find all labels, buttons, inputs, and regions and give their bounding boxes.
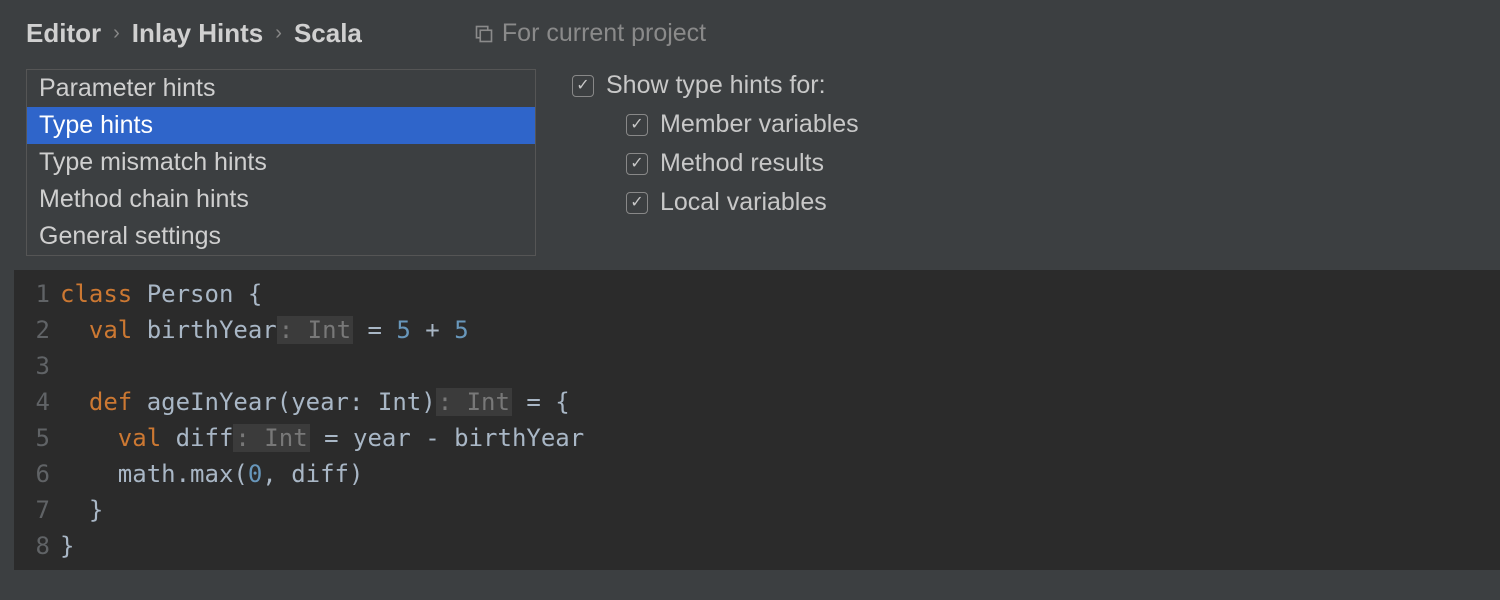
options-panel: ✓ Show type hints for: ✓ Member variable… bbox=[572, 69, 859, 256]
list-item-method-chain-hints[interactable]: Method chain hints bbox=[27, 181, 535, 218]
code-line: 8} bbox=[14, 528, 1500, 564]
code-content: val birthYear: Int = 5 + 5 bbox=[60, 312, 469, 348]
chevron-right-icon: › bbox=[275, 22, 282, 45]
project-scope-icon bbox=[474, 24, 494, 44]
list-item-general-settings[interactable]: General settings bbox=[27, 218, 535, 255]
code-line: 3 bbox=[14, 348, 1500, 384]
breadcrumb-item-editor[interactable]: Editor bbox=[26, 18, 101, 49]
code-content: } bbox=[60, 492, 103, 528]
gutter-line-number: 7 bbox=[14, 492, 60, 528]
code-content: val diff: Int = year - birthYear bbox=[60, 420, 584, 456]
checkmark-icon: ✓ bbox=[626, 192, 648, 214]
breadcrumb: Editor › Inlay Hints › Scala For current… bbox=[0, 18, 1500, 49]
option-label: Member variables bbox=[660, 110, 859, 139]
chevron-right-icon: › bbox=[113, 22, 120, 45]
code-line: 1class Person { bbox=[14, 276, 1500, 312]
list-item-type-mismatch-hints[interactable]: Type mismatch hints bbox=[27, 144, 535, 181]
code-line: 4 def ageInYear(year: Int): Int = { bbox=[14, 384, 1500, 420]
gutter-line-number: 6 bbox=[14, 456, 60, 492]
code-line: 5 val diff: Int = year - birthYear bbox=[14, 420, 1500, 456]
code-line: 2 val birthYear: Int = 5 + 5 bbox=[14, 312, 1500, 348]
gutter-line-number: 2 bbox=[14, 312, 60, 348]
breadcrumb-item-scala[interactable]: Scala bbox=[294, 18, 362, 49]
breadcrumb-item-inlay-hints[interactable]: Inlay Hints bbox=[132, 18, 263, 49]
option-label: Method results bbox=[660, 149, 824, 178]
checkmark-icon: ✓ bbox=[626, 153, 648, 175]
gutter-line-number: 8 bbox=[14, 528, 60, 564]
list-item-type-hints[interactable]: Type hints bbox=[27, 107, 535, 144]
checkbox-local-variables[interactable]: ✓ Local variables bbox=[626, 188, 859, 217]
gutter-line-number: 5 bbox=[14, 420, 60, 456]
code-line: 6 math.max(0, diff) bbox=[14, 456, 1500, 492]
gutter-line-number: 3 bbox=[14, 348, 60, 384]
code-content: math.max(0, diff) bbox=[60, 456, 363, 492]
hint-category-list: Parameter hints Type hints Type mismatch… bbox=[26, 69, 536, 256]
checkbox-method-results[interactable]: ✓ Method results bbox=[626, 149, 859, 178]
option-label: Show type hints for: bbox=[606, 71, 826, 100]
scope-text: For current project bbox=[502, 19, 706, 48]
list-item-parameter-hints[interactable]: Parameter hints bbox=[27, 70, 535, 107]
code-content: class Person { bbox=[60, 276, 262, 312]
gutter-line-number: 4 bbox=[14, 384, 60, 420]
code-line: 7 } bbox=[14, 492, 1500, 528]
code-preview: 1class Person {2 val birthYear: Int = 5 … bbox=[14, 270, 1500, 570]
checkmark-icon: ✓ bbox=[626, 114, 648, 136]
checkmark-icon: ✓ bbox=[572, 75, 594, 97]
code-content: def ageInYear(year: Int): Int = { bbox=[60, 384, 570, 420]
code-content: } bbox=[60, 528, 74, 564]
gutter-line-number: 1 bbox=[14, 276, 60, 312]
scope-label: For current project bbox=[474, 19, 706, 48]
option-label: Local variables bbox=[660, 188, 827, 217]
checkbox-member-variables[interactable]: ✓ Member variables bbox=[626, 110, 859, 139]
checkbox-show-type-hints[interactable]: ✓ Show type hints for: bbox=[572, 71, 859, 100]
